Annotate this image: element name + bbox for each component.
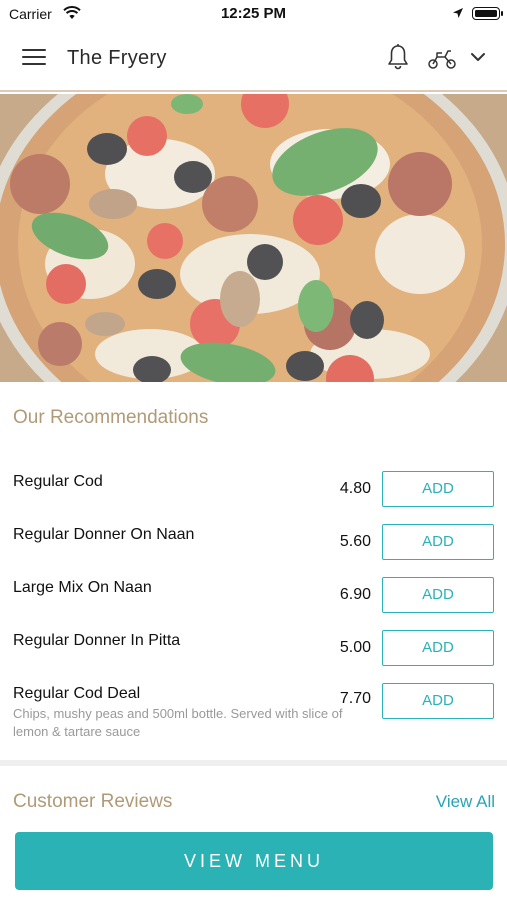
view-menu-button[interactable]: VIEW MENU — [15, 832, 493, 890]
section-divider — [0, 760, 507, 766]
add-button[interactable]: ADD — [382, 630, 494, 666]
item-name: Large Mix On Naan — [13, 579, 152, 596]
view-all-link[interactable]: View All — [410, 792, 495, 812]
reviews-title: Customer Reviews — [13, 791, 173, 812]
item-description: Chips, mushy peas and 500ml bottle. Serv… — [13, 706, 343, 739]
chevron-down-icon[interactable] — [470, 50, 486, 64]
clock: 12:25 PM — [220, 5, 287, 22]
item-price: 6.90 — [339, 586, 371, 603]
app-header: The Fryery — [0, 28, 507, 92]
restaurant-title: The Fryery — [67, 47, 167, 69]
item-name: Regular Donner On Naan — [13, 526, 195, 543]
battery-icon — [472, 7, 503, 20]
item-price: 7.70 — [339, 690, 371, 707]
add-button[interactable]: ADD — [382, 683, 494, 719]
item-name: Regular Donner In Pitta — [13, 632, 181, 649]
recommendations-title: Our Recommendations — [13, 407, 209, 428]
item-name: Regular Cod — [13, 473, 103, 490]
status-bar: Carrier 12:25 PM — [0, 0, 507, 28]
bell-icon[interactable] — [386, 43, 410, 71]
pizza-photo — [0, 94, 507, 382]
add-button[interactable]: ADD — [382, 471, 494, 507]
item-name: Regular Cod Deal — [13, 685, 141, 702]
hero-pizza-image — [0, 94, 507, 382]
add-button[interactable]: ADD — [382, 577, 494, 613]
item-price: 5.00 — [339, 639, 371, 656]
scooter-icon[interactable] — [427, 45, 457, 71]
item-price: 4.80 — [339, 480, 371, 497]
location-arrow-icon — [453, 8, 463, 18]
menu-icon[interactable] — [22, 49, 46, 69]
item-price: 5.60 — [339, 533, 371, 550]
add-button[interactable]: ADD — [382, 524, 494, 560]
